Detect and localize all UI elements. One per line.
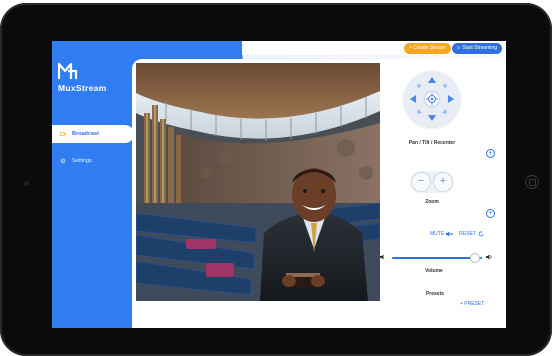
- camera-feed[interactable]: [136, 63, 380, 301]
- logo-mark-icon: [58, 62, 78, 79]
- zoom-out-button[interactable]: −: [412, 173, 430, 191]
- volume-low-icon: [380, 254, 384, 260]
- sidebar-item-settings[interactable]: Settings: [60, 158, 92, 164]
- reset-label: RESET: [459, 231, 476, 237]
- presets-label: Presets: [425, 291, 445, 297]
- volume-high-icon: [486, 254, 492, 260]
- zoom-control: − +: [410, 171, 454, 193]
- brand-name: MuxStream: [58, 83, 107, 93]
- speaker-mute-icon: [446, 231, 453, 237]
- front-camera: [24, 181, 29, 186]
- pan-right-icon[interactable]: [448, 95, 454, 103]
- pan-left-icon[interactable]: [410, 95, 416, 103]
- mute-label: MUTE: [430, 231, 445, 237]
- tablet-frame: + Create Stream ▷ Start Streaming MuxStr…: [0, 3, 552, 356]
- gear-icon: [60, 158, 66, 164]
- camera-feed-image: [136, 63, 380, 301]
- volume-slider-thumb[interactable]: [470, 254, 479, 262]
- refresh-icon: [478, 231, 484, 237]
- app-screen: + Create Stream ▷ Start Streaming MuxStr…: [52, 41, 506, 328]
- mute-button[interactable]: MUTE: [430, 231, 453, 237]
- volume-label: Volume: [425, 268, 443, 274]
- sidebar-item-broadcast[interactable]: Broadcast: [60, 131, 99, 137]
- zoom-in-button[interactable]: +: [434, 173, 452, 191]
- tilt-down-icon[interactable]: [428, 115, 436, 121]
- volume-slider[interactable]: [392, 254, 482, 262]
- add-zoom-preset-button[interactable]: +: [486, 209, 495, 218]
- sidebar-item-label: Settings: [72, 158, 92, 164]
- recenter-button[interactable]: [425, 92, 439, 106]
- audio-actions: MUTE RESET: [430, 231, 484, 237]
- crosshair-icon: [426, 93, 438, 105]
- sidebar-item-label: Broadcast: [72, 131, 99, 137]
- start-streaming-button[interactable]: ▷ Start Streaming: [452, 43, 502, 54]
- reset-button[interactable]: RESET: [459, 231, 484, 237]
- ptz-dial[interactable]: [404, 71, 460, 127]
- ptz-label: Pan / Tilt / Recenter: [408, 140, 456, 146]
- brand-logo: MuxStream: [58, 61, 118, 101]
- tilt-up-icon[interactable]: [428, 77, 436, 83]
- video-icon: [60, 132, 66, 136]
- create-stream-button[interactable]: + Create Stream: [404, 43, 451, 54]
- zoom-label: Zoom: [425, 199, 439, 205]
- home-button[interactable]: [525, 175, 539, 189]
- add-ptz-preset-button[interactable]: +: [486, 149, 495, 158]
- add-preset-button[interactable]: + PRESET: [460, 301, 484, 307]
- camera-control-panel: Pan / Tilt / Recenter + − + Zoom + MUTE …: [380, 63, 502, 323]
